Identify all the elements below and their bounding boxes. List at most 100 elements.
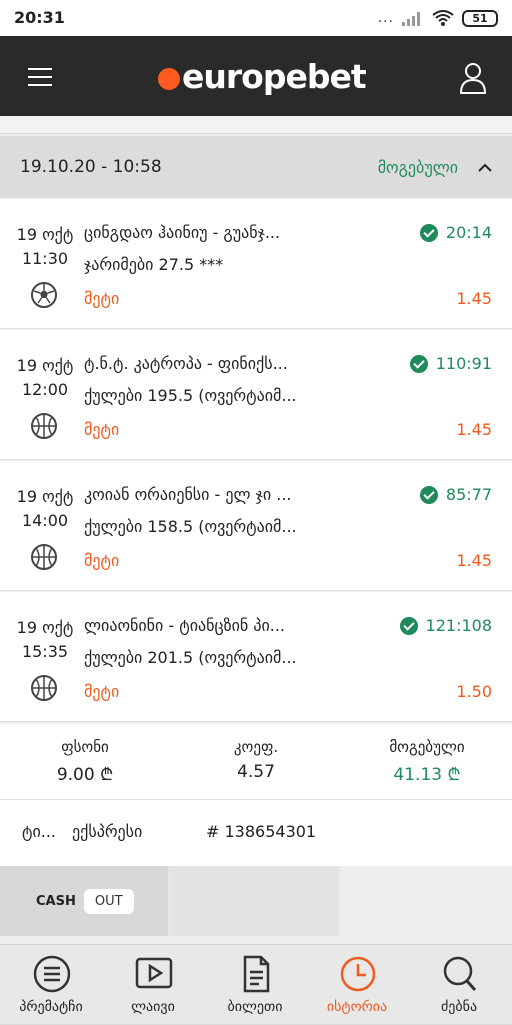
bet-market: ქულები 195.5 (ოვერტაიმ... xyxy=(84,386,297,405)
clock-icon xyxy=(340,956,376,992)
cashout-button[interactable]: CASH OUT xyxy=(0,866,168,936)
action-row: CASH OUT xyxy=(0,866,512,936)
bet-time: 14:00 xyxy=(21,511,69,530)
bet-result: 20:14 xyxy=(419,223,492,242)
bet-market: ქულები 158.5 (ოვერტაიმ... xyxy=(84,517,297,536)
nav-item-history[interactable]: ისტორია xyxy=(306,945,408,1025)
coef-value: 4.57 xyxy=(237,762,275,782)
ticket-id: # 138654301 xyxy=(206,822,317,841)
bet-datetime: 19 ოქტ 14:00 xyxy=(12,485,78,533)
bet-teams: ცინგდაო ჰაინიუ - გუანჯ... xyxy=(84,223,281,242)
ticket-type-value: ექსპრესი xyxy=(72,822,143,841)
bet-teams: ლიაონინი - ტიანცზინ პი... xyxy=(84,616,286,635)
bet-row: 19 ოქტ 15:35 ლიაონინი - ტიანცზინ პი... ქ… xyxy=(0,592,512,722)
ticket-date: 19.10.20 - 10:58 xyxy=(20,157,162,177)
wifi-icon xyxy=(432,10,454,26)
bet-result: 85:77 xyxy=(419,485,492,504)
chevron-up-icon[interactable] xyxy=(478,161,492,175)
status-icons: ... 51 xyxy=(378,8,498,28)
bet-date: 19 ოქტ xyxy=(16,225,74,244)
bet-time: 15:35 xyxy=(21,642,69,661)
check-icon xyxy=(409,354,428,373)
user-icon[interactable] xyxy=(458,62,488,94)
bet-time: 12:00 xyxy=(21,380,69,399)
bet-pick: მეტი xyxy=(84,682,120,701)
stake-column: ფსონი 9.00 ₾ xyxy=(0,738,170,785)
search-icon xyxy=(443,956,477,991)
bet-odds: 1.45 xyxy=(456,289,492,308)
nav-item-live[interactable]: ლაივი xyxy=(102,945,204,1025)
nav-label: ლაივი xyxy=(131,999,175,1015)
basketball-icon xyxy=(31,413,57,439)
action-button-empty[interactable] xyxy=(170,866,338,936)
play-icon xyxy=(135,957,173,989)
battery-icon: 51 xyxy=(462,9,498,27)
menu-icon[interactable] xyxy=(28,68,52,86)
win-label: მოგებული xyxy=(389,738,465,756)
check-icon xyxy=(399,616,418,635)
logo-text: europebet xyxy=(182,56,367,96)
bet-teams: კოიან ორაიენსი - ელ ჯი ... xyxy=(84,485,292,504)
app-header: europebet xyxy=(0,36,512,116)
bet-score: 20:14 xyxy=(445,223,492,242)
ticket-status: მოგებული xyxy=(377,158,458,177)
bet-odds: 1.45 xyxy=(456,551,492,570)
logo-dot xyxy=(158,68,180,90)
nav-label: ძებნა xyxy=(440,999,478,1015)
bet-pick: მეტი xyxy=(84,289,120,308)
bet-row: 19 ოქტ 12:00 ტ.ნ.ტ. კატროპა - ფინიქს... … xyxy=(0,330,512,460)
nav-label: ისტორია xyxy=(326,999,388,1015)
bet-date: 19 ოქტ xyxy=(16,618,74,637)
bet-date: 19 ოქტ xyxy=(16,487,74,506)
ticket-icon xyxy=(243,955,270,993)
signal-icon xyxy=(402,12,420,26)
nav-label: პრემატჩი xyxy=(19,999,83,1015)
bet-result: 110:91 xyxy=(409,354,492,373)
bet-market: ჯარიმები 27.5 *** xyxy=(84,255,224,274)
status-bar: 20:31 ... 51 xyxy=(0,0,512,36)
nav-item-ticket[interactable]: ბილეთი xyxy=(204,945,306,1025)
win-column: მოგებული 41.13 ₾ xyxy=(342,738,512,785)
bet-score: 85:77 xyxy=(445,485,492,504)
cash-label: CASH xyxy=(36,893,76,909)
bet-datetime: 19 ოქტ 15:35 xyxy=(12,616,78,664)
ticket-totals: ფსონი 9.00 ₾ კოეფ. 4.57 მოგებული 41.13 ₾ xyxy=(0,724,512,800)
bet-teams: ტ.ნ.ტ. კატროპა - ფინიქს... xyxy=(84,354,288,373)
action-button-empty[interactable] xyxy=(340,866,512,936)
bet-result: 121:108 xyxy=(399,616,492,635)
bet-time: 11:30 xyxy=(21,249,69,268)
nav-item-search[interactable]: ძებნა xyxy=(408,945,510,1025)
bet-score: 121:108 xyxy=(425,616,492,635)
previous-ticket-edge xyxy=(0,116,512,134)
europebet-logo[interactable]: europebet xyxy=(158,56,367,96)
ticket-info-row: ტი... ექსპრესი # 138654301 xyxy=(0,800,512,866)
out-label: OUT xyxy=(83,888,134,914)
stake-label: ფსონი xyxy=(61,738,109,756)
coef-label: კოეფ. xyxy=(233,738,279,756)
bet-datetime: 19 ოქტ 12:00 xyxy=(12,354,78,402)
bet-odds: 1.45 xyxy=(456,420,492,439)
ticket-header[interactable]: 19.10.20 - 10:58 მოგებული xyxy=(0,136,512,198)
bet-market: ქულები 201.5 (ოვერტაიმ... xyxy=(84,648,297,667)
check-icon xyxy=(419,485,438,504)
bet-row: 19 ოქტ 11:30 ცინგდაო ჰაინიუ - გუანჯ... ჯ… xyxy=(0,199,512,329)
bet-pick: მეტი xyxy=(84,420,120,439)
bet-date: 19 ოქტ xyxy=(16,356,74,375)
win-value: 41.13 ₾ xyxy=(393,765,461,785)
list-icon xyxy=(33,955,71,993)
bet-pick: მეტი xyxy=(84,551,120,570)
bet-datetime: 19 ოქტ 11:30 xyxy=(12,223,78,271)
status-time: 20:31 xyxy=(14,8,65,27)
nav-item-prematch[interactable]: პრემატჩი xyxy=(0,945,102,1025)
bet-odds: 1.50 xyxy=(456,682,492,701)
stake-value: 9.00 ₾ xyxy=(56,765,114,785)
bottom-nav: პრემატჩი ლაივი ბილეთი ისტორია ძებნა xyxy=(0,944,512,1024)
nav-label: ბილეთი xyxy=(227,999,283,1015)
bet-row: 19 ოქტ 14:00 კოიან ორაიენსი - ელ ჯი ... … xyxy=(0,461,512,591)
coef-column: კოეფ. 4.57 xyxy=(171,738,341,782)
football-icon xyxy=(31,282,57,308)
notification-dots: ... xyxy=(377,10,394,26)
basketball-icon xyxy=(31,675,57,701)
ticket-type-label: ტი... xyxy=(22,822,57,841)
check-icon xyxy=(419,223,438,242)
